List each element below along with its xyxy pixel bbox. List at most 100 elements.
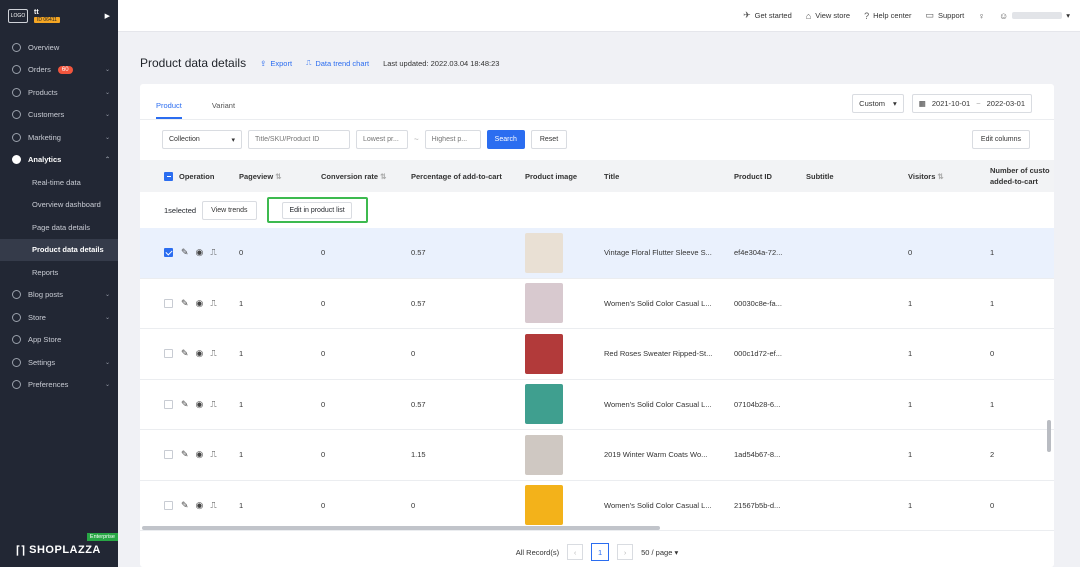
header-product-image: Product image [525,171,578,181]
range-mode-select[interactable]: Custom ▾ [852,94,904,113]
row-checkbox[interactable] [164,399,173,409]
sidebar-item-analytics[interactable]: Analytics ⌃ [0,149,118,172]
table-row[interactable]: ✎ ◉ ⎍ 1 0 0.57 Women's Solid Color Casual L...… [140,279,1054,329]
header-pageview-sort[interactable]: Pageview ⇅ [239,160,281,192]
edit-in-product-list-highlight: Edit in product list [266,197,368,223]
data-trend-chart-link[interactable]: ⎍ Data trend chart [306,58,369,68]
trend-icon[interactable]: ⎍ [210,399,216,410]
row-checkbox[interactable] [164,450,173,460]
table-row[interactable]: ✎ ◉ ⎍ 1 0 0 Women's Solid Color Casual L... 215… [140,481,1054,531]
user-name-blurred [1012,12,1063,19]
edit-icon[interactable]: ✎ [181,399,189,410]
next-page-button[interactable]: › [617,544,634,560]
trend-icon[interactable]: ⎍ [210,500,216,511]
edit-icon[interactable]: ✎ [181,348,189,359]
chevron-down-icon: ⌄ [104,359,110,366]
view-trends-button[interactable]: View trends [202,200,257,220]
range-end: 2022-03-01 [986,99,1025,108]
sidebar-item-label: Settings [28,357,56,367]
view-icon[interactable]: ◉ [196,500,204,511]
edit-columns-button[interactable]: Edit columns [971,130,1030,149]
reset-button[interactable]: Reset [530,130,568,149]
selection-bar: 1selected View trends Edit in product li… [140,192,1054,228]
trend-icon[interactable]: ⎍ [210,348,216,359]
store-switcher[interactable]: LOGO tt ID 06411 ▶ [0,0,118,32]
help-icon: ? [864,10,870,21]
highest-price-input[interactable] [424,130,481,149]
trend-icon[interactable]: ⎍ [210,298,216,309]
collection-value: Collection [169,136,200,143]
date-range-picker[interactable]: ▦ 2021-10-01 ~2022-03-01 [911,94,1032,113]
header-customers-added-line2: added-to-cart [990,177,1038,186]
cell-visitors: 1 [908,349,913,359]
sidebar-item-blog-posts[interactable]: Blog posts ⌄ [0,284,118,307]
trend-icon[interactable]: ⎍ [210,247,216,258]
view-icon[interactable]: ◉ [196,348,204,359]
row-checkbox[interactable] [164,349,173,359]
table-row[interactable]: ✎ ◉ ⎍ 1 0 1.15 2019 Winter Warm Coats Wo... 1ad… [140,430,1054,481]
sidebar-subitem-page-data-details[interactable]: Page data details [0,216,118,239]
bulb-icon[interactable]: ♀ [978,11,985,21]
prev-page-button[interactable]: ‹ [567,544,584,560]
search-button[interactable]: Search [486,130,525,149]
table-row[interactable]: ✎ ◉ ⎍ 0 0 0.57 Vintage Floral Flutter Sleeve S… [140,228,1054,279]
row-checkbox[interactable] [164,298,173,308]
row-checkbox[interactable] [164,248,173,258]
view-icon[interactable]: ◉ [196,399,204,410]
tab-product[interactable]: Product [156,94,182,119]
sidebar-item-customers[interactable]: Customers ⌄ [0,104,118,127]
page-size-select[interactable]: 50 / page ▾ [641,548,678,557]
cell-visitors: 0 [908,248,913,258]
sidebar-item-products[interactable]: Products ⌄ [0,81,118,104]
cell-conversion: 0 [321,399,326,409]
sidebar-item-settings[interactable]: Settings ⌄ [0,351,118,374]
help-center-link[interactable]: ? Help center [864,11,911,21]
view-icon[interactable]: ◉ [196,449,204,460]
sidebar-item-marketing[interactable]: Marketing ⌄ [0,126,118,149]
user-menu[interactable]: ☺ ▾ [999,11,1070,21]
sidebar-subitem-product-data-details[interactable]: Product data details [0,238,118,261]
sidebar-item-app-store[interactable]: App Store [0,329,118,352]
sidebar-subitem-reports[interactable]: Reports [0,261,118,284]
customers-icon [12,110,21,120]
sidebar-item-orders[interactable]: Orders 60 ⌄ [0,59,118,82]
collection-select[interactable]: Collection ▾ [162,130,242,149]
select-all-checkbox[interactable] [164,171,173,181]
edit-icon[interactable]: ✎ [181,500,189,511]
header-operation: Operation [179,171,215,181]
edit-icon[interactable]: ✎ [181,247,189,258]
cell-title: Vintage Floral Flutter Sleeve S... [604,248,712,258]
edit-icon[interactable]: ✎ [181,449,189,460]
current-page[interactable]: 1 [591,543,610,561]
table-row[interactable]: ✎ ◉ ⎍ 1 0 0.57 Women's Solid Color Casual L...… [140,380,1054,430]
cell-added: 0 [990,349,995,359]
tab-variant[interactable]: Variant [212,94,235,119]
search-input[interactable] [248,130,350,149]
edit-icon[interactable]: ✎ [181,298,189,309]
view-icon[interactable]: ◉ [196,247,204,258]
edit-in-product-list-button[interactable]: Edit in product list [282,201,352,219]
brand-footer: ⌈⌉ SHOPLAZZA Enterprise [0,533,118,567]
vertical-scrollbar[interactable] [1047,420,1051,452]
sidebar-item-overview[interactable]: Overview [0,36,118,59]
sidebar-subitem-overview-dashboard[interactable]: Overview dashboard [0,194,118,217]
last-updated: Last updated: 2022.03.04 18:48:23 [383,58,500,68]
header-visitors-sort[interactable]: Visitors ⇅ [908,160,944,192]
horizontal-scrollbar[interactable] [142,526,660,530]
row-checkbox[interactable] [164,500,173,510]
table-row[interactable]: ✎ ◉ ⎍ 1 0 0 Red Roses Sweater Ripped-St... 000c… [140,329,1054,380]
sidebar-item-store[interactable]: Store ⌄ [0,306,118,329]
trend-icon[interactable]: ⎍ [210,449,216,460]
product-thumbnail [525,384,563,425]
caret-right-icon[interactable]: ▶ [105,12,110,20]
sidebar-item-preferences[interactable]: Preferences ⌄ [0,374,118,397]
view-icon[interactable]: ◉ [196,298,204,309]
export-link[interactable]: ⇪ Export [260,59,292,68]
get-started-link[interactable]: ✈ Get started [743,10,792,21]
sidebar-subitem-real-time-data[interactable]: Real-time data [0,171,118,194]
header-conversion-sort[interactable]: Conversion rate ⇅ [321,160,386,192]
user-icon: ☺ [999,10,1009,21]
lowest-price-input[interactable] [356,130,408,149]
view-store-link[interactable]: ⌂ View store [806,11,850,21]
support-link[interactable]: ▭ Support [925,10,964,21]
